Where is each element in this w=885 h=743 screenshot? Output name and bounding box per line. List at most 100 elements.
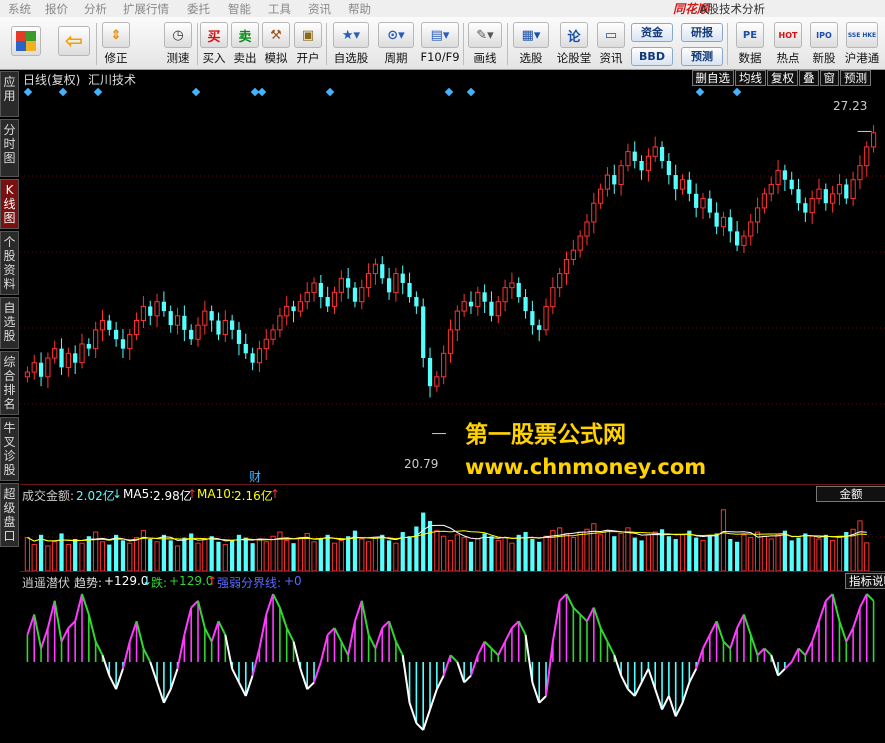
fund-button[interactable]: 资金 bbox=[631, 23, 673, 42]
oscillator-chart[interactable] bbox=[20, 590, 885, 743]
indicator-name[interactable]: 逍遥潜伏 bbox=[22, 574, 70, 591]
menu-item[interactable]: 扩展行情 bbox=[123, 1, 169, 17]
financial-report-marker[interactable]: 财 bbox=[249, 468, 261, 485]
oscillator-line bbox=[360, 600, 370, 635]
oscillator-line bbox=[238, 681, 247, 697]
volume-bar bbox=[79, 542, 85, 571]
tab-intraday[interactable]: 分时图 bbox=[0, 119, 19, 177]
fall-arrow-icon: ↑ bbox=[207, 574, 218, 588]
kline-chart[interactable] bbox=[20, 100, 885, 480]
candle bbox=[52, 348, 58, 359]
stock-select-button[interactable]: ▦▾ 选股 bbox=[510, 20, 552, 66]
hk-connect-button[interactable]: SSE HKE 沪港通 bbox=[842, 20, 882, 66]
event-marker[interactable] bbox=[257, 87, 267, 97]
oscillator-line bbox=[866, 593, 875, 602]
menu-item[interactable]: 报价 bbox=[45, 1, 68, 17]
overlay-button[interactable]: 叠 bbox=[799, 70, 819, 86]
candle bbox=[673, 175, 678, 190]
volume-bar bbox=[604, 530, 611, 571]
data-button[interactable]: PE 数据 bbox=[733, 20, 767, 66]
menu-item[interactable]: 系统 bbox=[8, 1, 31, 17]
volume-bar bbox=[216, 541, 221, 571]
f10-button[interactable]: ▤▾ F10/F9 bbox=[418, 20, 462, 66]
bbd-button[interactable]: BBD bbox=[631, 47, 673, 66]
forum-button[interactable]: 论 论股堂 bbox=[555, 20, 593, 66]
menu-item[interactable]: 智能 bbox=[228, 1, 251, 17]
buy-button[interactable]: 买 买入 bbox=[200, 20, 228, 66]
volume-bar bbox=[386, 540, 392, 571]
period-button[interactable]: ⊙▾ 周期 bbox=[376, 20, 416, 66]
tab-stock-profile[interactable]: 个股资料 bbox=[0, 231, 19, 295]
candle bbox=[270, 329, 276, 340]
tab-kline[interactable]: K线图 bbox=[0, 179, 19, 229]
oscillator-line bbox=[340, 641, 350, 656]
boundary-value: +0 bbox=[284, 574, 302, 588]
forecast-toggle-button[interactable]: 预测 bbox=[840, 70, 871, 86]
hotspot-button[interactable]: HOT 热点 bbox=[771, 20, 805, 66]
adjust-button[interactable]: 复权 bbox=[767, 70, 798, 86]
oscillator-line bbox=[811, 620, 820, 642]
simulate-button[interactable]: ⚒ 模拟 bbox=[262, 20, 290, 66]
side-tabs: 应用 分时图 K线图 个股资料 自选股 综合排名 牛叉诊股 超级盘口 bbox=[0, 70, 20, 743]
oscillator-line bbox=[210, 620, 220, 642]
indicator-help-button[interactable]: 指标说明 bbox=[845, 573, 885, 589]
menu-item[interactable]: 资讯 bbox=[308, 1, 331, 17]
tab-super-quote[interactable]: 超级盘口 bbox=[0, 483, 19, 547]
candle bbox=[250, 353, 255, 363]
oscillator-line bbox=[40, 627, 49, 649]
volume-bar bbox=[775, 534, 781, 571]
home-button[interactable] bbox=[6, 20, 46, 66]
event-marker[interactable] bbox=[23, 87, 33, 97]
fix-button[interactable]: ⇕ 修正 bbox=[100, 20, 132, 66]
event-marker[interactable] bbox=[93, 87, 103, 97]
oscillator-line bbox=[742, 614, 752, 636]
candle bbox=[489, 301, 494, 316]
menu-item[interactable]: 工具 bbox=[268, 1, 291, 17]
amount-value: 2.02亿 bbox=[76, 489, 115, 503]
speedtest-button[interactable]: ◷ 测速 bbox=[162, 20, 194, 66]
research-button[interactable]: 研报 bbox=[681, 23, 723, 42]
menu-item[interactable]: 帮助 bbox=[348, 1, 371, 17]
oscillator-line bbox=[852, 607, 861, 629]
event-marker[interactable] bbox=[732, 87, 742, 97]
event-marker[interactable] bbox=[325, 87, 335, 97]
volume-bar bbox=[830, 539, 836, 571]
volume-chart[interactable] bbox=[20, 503, 885, 571]
event-marker[interactable] bbox=[695, 87, 705, 97]
oscillator-line bbox=[825, 593, 834, 602]
tab-ranking[interactable]: 综合排名 bbox=[0, 351, 19, 415]
amount-button[interactable]: 金额 bbox=[816, 486, 885, 502]
oscillator-line bbox=[33, 614, 43, 649]
watchlist-button[interactable]: ★▾ 自选股 bbox=[330, 20, 372, 66]
volume-bar bbox=[31, 544, 37, 571]
menu-item[interactable]: 分析 bbox=[84, 1, 107, 17]
event-marker[interactable] bbox=[444, 87, 454, 97]
event-marker[interactable] bbox=[191, 87, 201, 97]
menu-item[interactable]: 委托 bbox=[187, 1, 210, 17]
ipo-button[interactable]: IPO 新股 bbox=[807, 20, 841, 66]
remove-watchlist-button[interactable]: 删自选 bbox=[691, 70, 734, 86]
window-button[interactable]: 窗 bbox=[819, 70, 839, 86]
oscillator-line bbox=[285, 627, 295, 643]
toolbar: ⇦ ⇕ 修正 ◷ 测速 买 买入 卖 卖出 ⚒ 模拟 ▣ 开户 ★▾ 自选股 ⊙… bbox=[0, 17, 885, 70]
event-marker[interactable] bbox=[466, 87, 476, 97]
tab-apps[interactable]: 应用 bbox=[0, 71, 19, 117]
back-button[interactable]: ⇦ bbox=[54, 20, 94, 66]
open-account-button[interactable]: ▣ 开户 bbox=[294, 20, 322, 66]
candle bbox=[679, 179, 686, 190]
forum-icon: 论 bbox=[560, 22, 588, 48]
draw-button[interactable]: ✎▾ 画线 bbox=[466, 20, 504, 66]
tab-watchlist[interactable]: 自选股 bbox=[0, 297, 19, 349]
sell-button[interactable]: 卖 卖出 bbox=[231, 20, 259, 66]
ma-button[interactable]: 均线 bbox=[735, 70, 766, 86]
forecast-button[interactable]: 预测 bbox=[681, 47, 723, 66]
event-marker[interactable] bbox=[58, 87, 68, 97]
oscillator-line bbox=[790, 647, 800, 663]
candle bbox=[372, 263, 379, 275]
candle bbox=[154, 301, 160, 317]
ma5-arrow-icon: ↑ bbox=[187, 487, 198, 501]
tab-diagnosis[interactable]: 牛叉诊股 bbox=[0, 417, 19, 481]
candle bbox=[632, 151, 637, 161]
news-button[interactable]: ▭ 资讯 bbox=[596, 20, 626, 66]
period-label[interactable]: 日线(复权) bbox=[23, 71, 80, 88]
